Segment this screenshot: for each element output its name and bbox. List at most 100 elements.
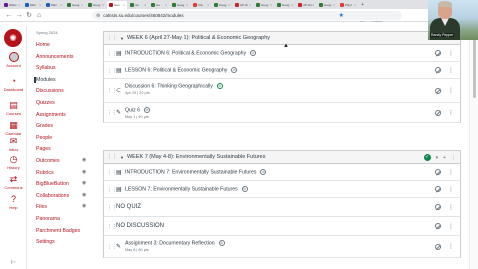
unpublished-icon[interactable] <box>435 223 441 229</box>
course-nav-item[interactable]: Home <box>36 42 50 48</box>
reload-icon[interactable]: ↻ <box>24 11 34 19</box>
global-nav-account[interactable]: Account <box>0 52 27 68</box>
course-nav-item[interactable]: Settings <box>36 239 55 245</box>
collapse-nav-icon[interactable]: ⊢ <box>0 258 27 268</box>
back-icon[interactable]: ← <box>4 12 14 19</box>
global-nav-dashboard[interactable]: ◔ Dashboard <box>0 76 27 92</box>
kebab-menu-icon[interactable]: ⋮ <box>448 87 454 94</box>
drag-handle-icon[interactable]: ⋮⋮ <box>107 154 117 160</box>
kebab-menu-icon[interactable]: ⋮ <box>448 223 454 230</box>
global-nav-calendar[interactable]: ▦ Calendar <box>0 120 27 136</box>
tab-close-icon[interactable]: × <box>186 3 188 7</box>
tab-close-icon[interactable]: × <box>249 3 251 7</box>
drag-handle-icon[interactable]: ⋮⋮ <box>107 35 117 41</box>
bookmark-star-icon[interactable]: ★ <box>339 12 344 19</box>
kebab-menu-icon[interactable]: ⋮ <box>448 67 454 74</box>
tab-close-icon[interactable]: × <box>333 3 335 7</box>
global-nav-help[interactable]: ? Help <box>0 194 27 210</box>
module-header[interactable]: ⋮⋮ ▼ WEEK 6 (April 27-May 1): Political & … <box>103 31 461 45</box>
module-item-row[interactable]: ⋮⋮ ▤ INTRODUCTION 7: Environmentally Susta… <box>103 164 461 181</box>
university-logo-icon[interactable]: ✺ <box>4 29 22 47</box>
unpublished-icon[interactable] <box>435 50 441 56</box>
module-item-title[interactable]: INTRODUCTION 6: Political & Economic Geo… <box>125 50 257 56</box>
course-nav-item[interactable]: Rubrics ◉ <box>36 169 86 176</box>
tab-close-icon[interactable]: × <box>60 3 62 7</box>
course-nav-item[interactable]: Files ◉ <box>36 203 86 210</box>
kebab-menu-icon[interactable]: ⋮ <box>448 243 454 250</box>
module-item-title[interactable]: INTRODUCTION 7: Environmentally Sustaina… <box>125 169 267 175</box>
global-nav-commons[interactable]: ⇄ Commons <box>0 174 27 190</box>
module-item-title[interactable]: LESSON 7: Environmentally Sustainable Fu… <box>125 186 248 192</box>
module-item-row[interactable]: ⋮⋮ ▤ LESSON 6: Political & Economic Geogra… <box>103 62 461 79</box>
browser-tab[interactable]: Geog × <box>212 1 232 9</box>
course-nav-item[interactable]: Assignments <box>36 112 66 118</box>
browser-tab[interactable]: AP Hi × <box>233 1 253 9</box>
global-nav-courses[interactable]: ▤ Courses <box>0 100 27 116</box>
tab-close-icon[interactable]: × <box>39 3 41 7</box>
browser-tab[interactable]: Cla × <box>191 1 211 9</box>
course-nav-item[interactable]: Pages <box>36 146 51 152</box>
course-nav-item[interactable]: People <box>36 135 52 141</box>
unpublished-icon[interactable] <box>435 67 441 73</box>
tab-close-icon[interactable]: × <box>102 3 104 7</box>
browser-tab[interactable]: AP Hu × <box>296 1 316 9</box>
course-nav-item[interactable]: Syllabus <box>36 65 56 71</box>
new-tab-icon[interactable]: + <box>361 2 364 8</box>
add-item-icon[interactable]: + <box>443 155 446 161</box>
browser-tab[interactable]: Webc × <box>2 1 22 9</box>
browser-tab[interactable]: Geog × <box>86 1 106 9</box>
collapse-caret-icon[interactable]: ▼ <box>120 36 124 41</box>
home-icon[interactable]: ⌂ <box>34 12 44 19</box>
address-bar[interactable]: ⊜ calnsts.su.edu/courses/460842/modules … <box>92 11 402 20</box>
page-scrollbar[interactable] <box>469 26 478 269</box>
browser-tab[interactable]: Geog × <box>275 1 295 9</box>
browser-tab[interactable]: Mail × <box>23 1 43 9</box>
module-item-title[interactable]: Discussion 6: Thinking Geographically ⊘ <box>125 83 223 89</box>
browser-tab[interactable]: Geog × <box>170 1 190 9</box>
course-nav-item[interactable]: Outcomes ◉ <box>36 157 86 164</box>
kebab-menu-icon[interactable]: ⋮ <box>448 186 454 193</box>
tab-close-icon[interactable]: × <box>354 3 356 7</box>
kebab-menu-icon[interactable]: ⋮ <box>448 109 454 116</box>
course-nav-item[interactable]: Parchment Badges <box>36 228 80 234</box>
module-item-row[interactable]: ⋮⋮ ▤ INTRODUCTION 6: Political & Economic … <box>103 45 461 62</box>
tab-close-icon[interactable]: × <box>228 3 230 7</box>
kebab-menu-icon[interactable]: ⋮ <box>448 169 454 176</box>
browser-tab[interactable]: Ge × <box>128 1 148 9</box>
browser-tab[interactable]: Playl × <box>338 1 358 9</box>
course-nav-item[interactable]: Panorama <box>36 216 60 222</box>
collapse-caret-icon[interactable]: ▼ <box>120 155 124 160</box>
tab-close-icon[interactable]: × <box>165 3 167 7</box>
tab-close-icon[interactable]: × <box>144 3 146 7</box>
scrollbar-thumb[interactable] <box>473 38 476 98</box>
browser-tab[interactable]: Geo × <box>107 0 127 9</box>
tab-close-icon[interactable]: × <box>291 3 293 7</box>
site-info-icon[interactable]: ⊜ <box>96 13 100 19</box>
unpublished-icon[interactable] <box>435 186 441 192</box>
module-item-title[interactable]: LESSON 6: Political & Economic Geography… <box>125 67 238 73</box>
global-nav-inbox[interactable]: ✉ Inbox <box>0 136 27 152</box>
course-nav-item[interactable]: Quizzes <box>36 100 55 106</box>
tab-close-icon[interactable]: × <box>123 3 125 7</box>
kebab-menu-icon[interactable]: ⋮ <box>448 50 454 57</box>
module-item-title[interactable]: Assignment 3: Documentary Reflection ⊘ <box>125 240 225 246</box>
tab-close-icon[interactable]: × <box>81 3 83 7</box>
unpublished-icon[interactable] <box>435 87 441 94</box>
module-item-row[interactable]: ⋮⋮ ▤ LESSON 7: Environmentally Sustainable… <box>103 181 461 198</box>
forward-icon[interactable]: → <box>14 12 24 19</box>
unpublished-icon[interactable] <box>435 169 441 175</box>
course-nav-item[interactable]: Discussions <box>36 88 64 94</box>
course-nav-item[interactable]: BigBlueButton ◉ <box>36 180 86 187</box>
global-nav-history[interactable]: ◷ History <box>0 154 27 170</box>
course-nav-item[interactable]: Modules <box>34 76 56 83</box>
tab-close-icon[interactable]: × <box>207 3 209 7</box>
module-header[interactable]: ⋮⋮ ▼ WEEK 7 (May 4-8): Environmentally Sus… <box>103 150 461 164</box>
module-item-row[interactable]: ⋮⋮ ✎ Quiz 6 ⊘ May 1 | 40 pts ⋮ <box>103 103 461 123</box>
unpublished-icon[interactable] <box>435 243 441 250</box>
browser-tab[interactable]: Geog × <box>254 1 274 9</box>
dropdown-caret-icon[interactable]: ▾ <box>436 155 439 161</box>
browser-tab[interactable]: Geog × <box>317 1 337 9</box>
kebab-menu-icon[interactable]: ⋮ <box>448 204 454 211</box>
browser-tab[interactable]: Ge × <box>149 1 169 9</box>
unpublished-icon[interactable] <box>435 109 441 116</box>
